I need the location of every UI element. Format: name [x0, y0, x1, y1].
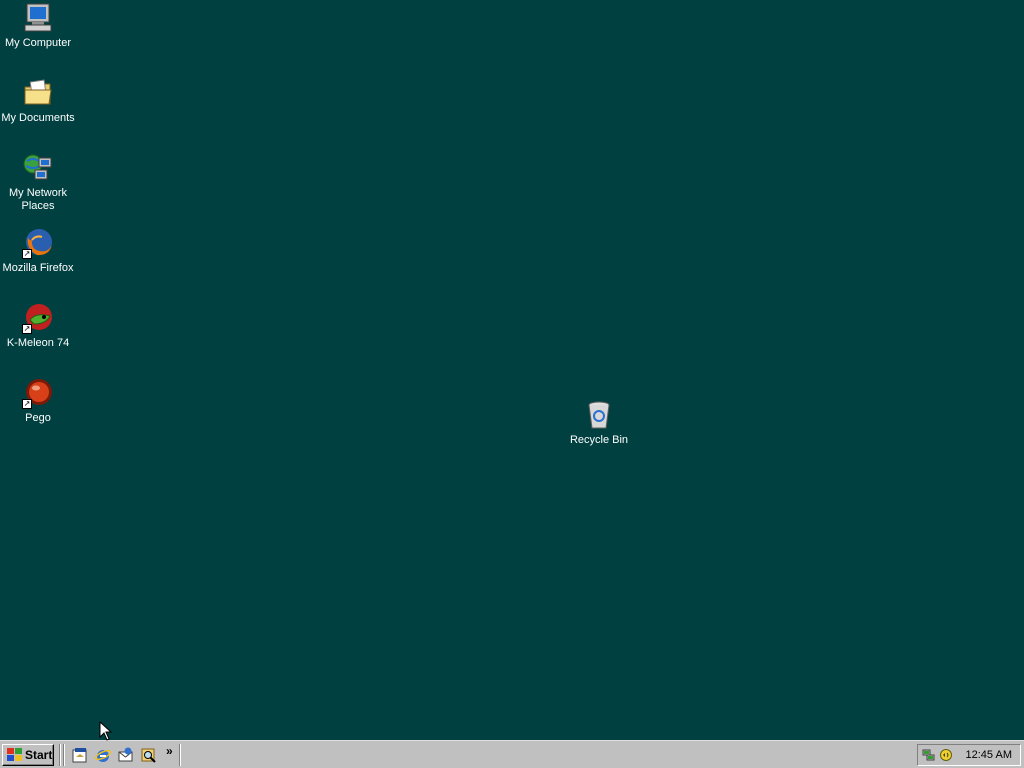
quick-launch-grip[interactable] — [63, 744, 65, 766]
shortcut-arrow-icon: ↗ — [22, 324, 32, 334]
folder-documents-icon — [22, 77, 54, 109]
desktop-icon-k-meleon[interactable]: ↗ K-Meleon 74 — [0, 302, 76, 350]
desktop-icon-my-computer[interactable]: My Computer — [0, 2, 76, 50]
kmeleon-icon: ↗ — [22, 302, 54, 334]
pego-icon: ↗ — [22, 377, 54, 409]
outlook-express-icon[interactable] — [118, 747, 134, 763]
start-button[interactable]: Start — [2, 744, 54, 766]
recycle-bin-icon — [583, 399, 615, 431]
desktop-icon-label: My Computer — [4, 37, 72, 49]
shortcut-arrow-icon: ↗ — [22, 249, 32, 259]
desktop-icon-label: Pego — [25, 412, 51, 424]
show-desktop-icon[interactable] — [72, 747, 88, 763]
quick-launch-chevron[interactable]: » — [166, 744, 173, 758]
clock[interactable]: 12:45 AM — [966, 749, 1012, 761]
search-icon[interactable] — [141, 747, 157, 763]
internet-explorer-icon[interactable] — [95, 747, 111, 763]
windows-logo-icon — [7, 748, 22, 761]
desktop-icon-label: Recycle Bin — [569, 434, 629, 446]
desktop-icon-label: K-Meleon 74 — [6, 337, 70, 349]
desktop-icon-my-documents[interactable]: My Documents — [0, 77, 76, 125]
volume-tray-icon[interactable] — [939, 748, 953, 762]
desktop-icon-mozilla-firefox[interactable]: ↗ Mozilla Firefox — [0, 227, 76, 275]
desktop-icon-recycle-bin[interactable]: Recycle Bin — [561, 399, 637, 447]
desktop-icon-label: My Documents — [1, 112, 75, 124]
firefox-icon: ↗ — [22, 227, 54, 259]
taskbar-separator — [59, 744, 61, 766]
desktop-icon-label: Mozilla Firefox — [2, 262, 74, 274]
desktop-icon-my-network-places[interactable]: My Network Places — [0, 152, 76, 213]
shortcut-arrow-icon: ↗ — [22, 399, 32, 409]
taskbar-separator — [179, 744, 181, 766]
desktop-icon-pego[interactable]: ↗ Pego — [0, 377, 76, 425]
network-tray-icon[interactable] — [922, 748, 936, 762]
system-tray: 12:45 AM — [917, 744, 1021, 766]
computer-icon — [22, 2, 54, 34]
mouse-cursor-icon — [99, 721, 113, 741]
desktop-icon-label: My Network Places — [8, 187, 68, 212]
start-label: Start — [25, 748, 53, 762]
taskbar: Start » 12:45 AM — [0, 740, 1024, 768]
network-places-icon — [22, 152, 54, 184]
desktop[interactable]: My Computer My Documents My Network Plac… — [0, 0, 1024, 740]
